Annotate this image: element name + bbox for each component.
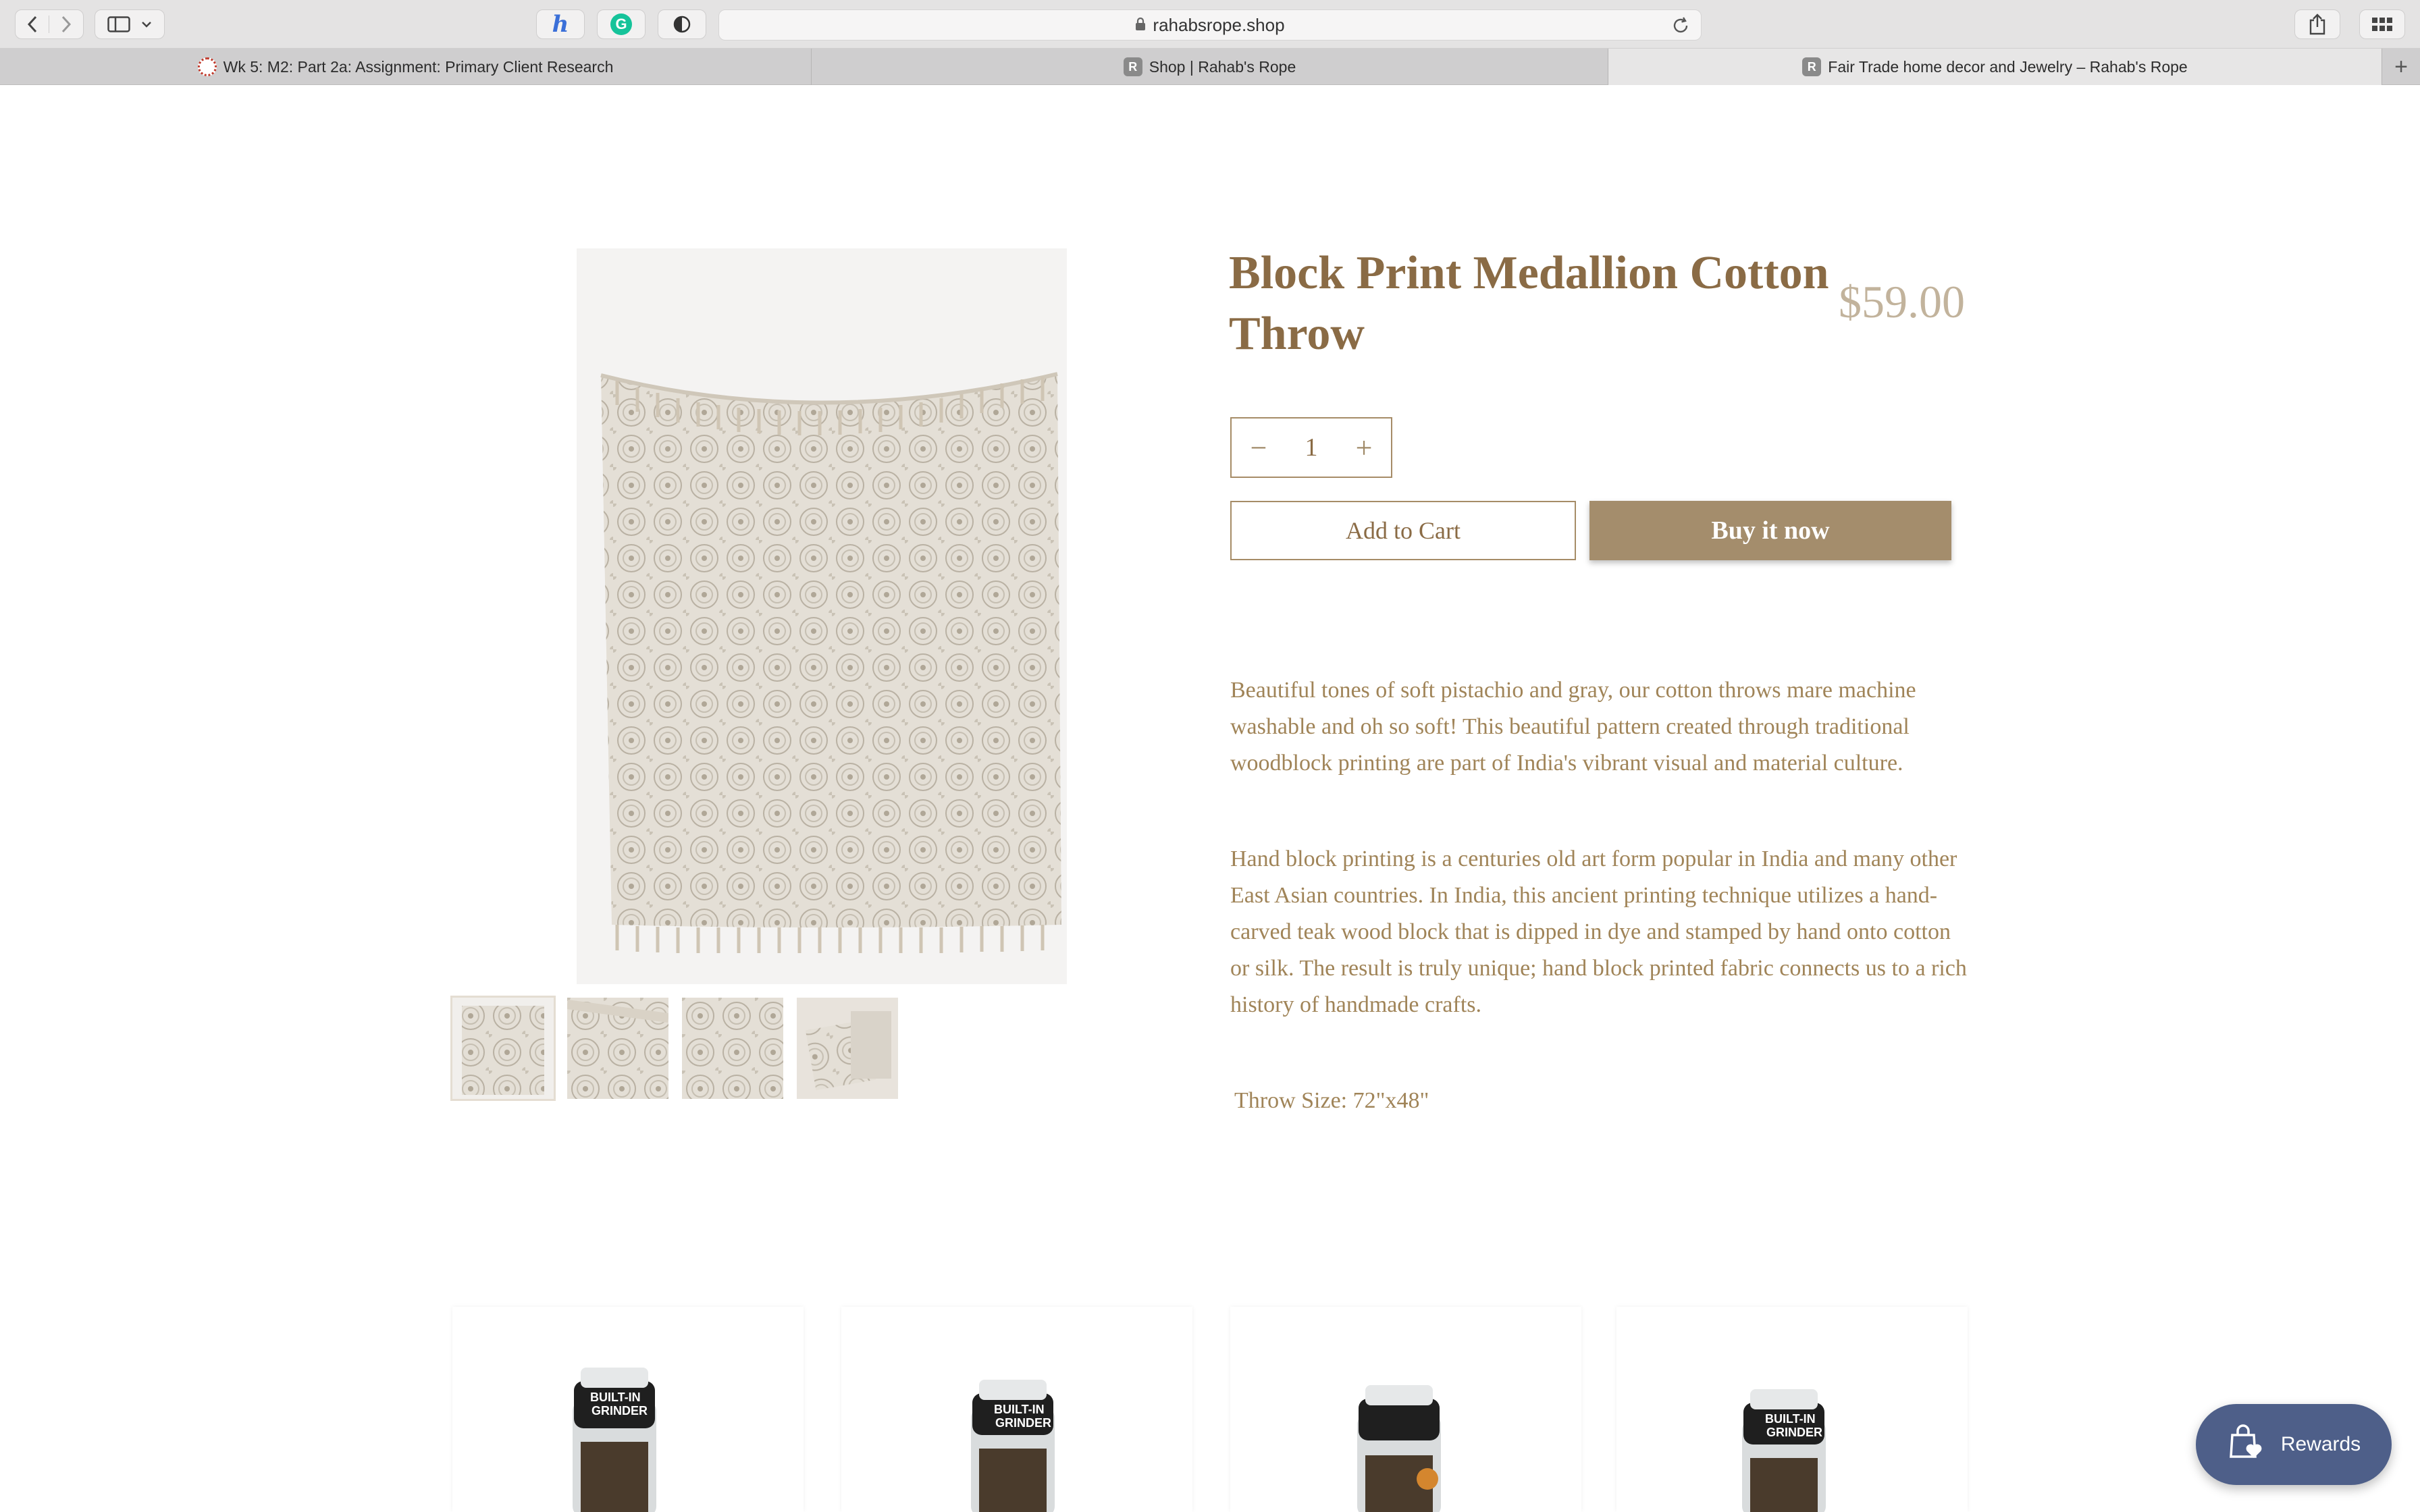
product-price: $59.00 [1839, 276, 1965, 327]
product-title: Block Print Medallion Cotton Throw [1229, 247, 1829, 360]
quantity-value[interactable]: 1 [1271, 433, 1352, 462]
thumbnail-throw-pattern[interactable] [682, 998, 783, 1099]
spice-grinder-image [1742, 1389, 1826, 1512]
thumbnail-image [567, 998, 668, 1099]
back-icon[interactable] [16, 16, 49, 33]
site-favicon-icon: R [1802, 57, 1822, 76]
spice-grinder-image [1357, 1385, 1441, 1512]
site-favicon-icon: R [1123, 57, 1142, 76]
shield-icon [673, 15, 691, 34]
tab-shop[interactable]: R Shop | Rahab's Rope [812, 49, 1608, 85]
rewards-launcher-button[interactable]: Rewards [2196, 1404, 2392, 1485]
product-description-paragraph: Hand block printing is a centuries old a… [1230, 846, 1967, 1017]
share-button[interactable] [2294, 9, 2340, 39]
thumbnail-image [682, 998, 783, 1099]
reload-icon[interactable] [1671, 16, 1690, 40]
tab-overview-button[interactable] [2359, 9, 2405, 39]
chevron-down-icon [141, 21, 152, 28]
tab-label: Wk 5: M2: Part 2a: Assignment: Primary C… [223, 57, 614, 76]
lock-icon [1135, 15, 1146, 36]
grinder-label: GRINDER [1766, 1426, 1823, 1439]
related-product-card[interactable]: BUILT-IN GRINDER [452, 1307, 804, 1512]
product-main-image[interactable] [577, 248, 1067, 984]
sidebar-icon [107, 16, 130, 32]
related-product-card[interactable]: BUILT-IN GRINDER [841, 1307, 1192, 1512]
tab-bar: Wk 5: M2: Part 2a: Assignment: Primary C… [0, 49, 2420, 85]
grinder-label: BUILT-IN [590, 1390, 641, 1404]
tab-label: Fair Trade home decor and Jewelry – Raha… [1828, 57, 2188, 76]
add-to-cart-button[interactable]: Add to Cart [1230, 501, 1576, 560]
decrease-quantity-button[interactable]: − [1246, 431, 1271, 465]
shopping-bag-heart-icon [2227, 1423, 2281, 1466]
browser-toolbar: h G rahabsrope.shop [0, 0, 2420, 49]
rewards-label: Rewards [2280, 1433, 2361, 1455]
buy-it-now-button[interactable]: Buy it now [1589, 501, 1951, 560]
sidebar-toggle[interactable] [95, 9, 165, 39]
grid-icon [2371, 17, 2393, 32]
thumbnail-image [452, 998, 554, 1099]
tab-canvas-assignment[interactable]: Wk 5: M2: Part 2a: Assignment: Primary C… [0, 49, 812, 85]
product-description-paragraph: Beautiful tones of soft pistachio and gr… [1230, 678, 1916, 776]
grammarly-icon: G [610, 14, 632, 35]
tab-label: Shop | Rahab's Rope [1149, 57, 1296, 76]
nav-buttons [15, 9, 84, 39]
new-tab-button[interactable]: + [2382, 49, 2420, 85]
grinder-label: GRINDER [591, 1404, 648, 1418]
increase-quantity-button[interactable]: + [1352, 431, 1376, 465]
quantity-stepper: − 1 + [1230, 417, 1392, 478]
product-size: Throw Size: 72"x48" [1234, 1088, 1429, 1113]
grammarly-extension-button[interactable]: G [597, 9, 646, 39]
address-bar[interactable]: rahabsrope.shop [718, 9, 1702, 40]
throw-blanket-image [577, 248, 1067, 984]
thumbnail-throw-full[interactable] [450, 996, 556, 1101]
grinder-label: BUILT-IN [994, 1403, 1045, 1416]
honey-icon: h [552, 11, 569, 38]
url-text: rahabsrope.shop [1153, 14, 1285, 35]
honey-extension-button[interactable]: h [536, 9, 585, 39]
thumbnail-throw-fringe[interactable] [567, 998, 668, 1099]
grinder-label: BUILT-IN [1765, 1412, 1816, 1426]
thumbnail-throw-pillow[interactable] [797, 998, 898, 1099]
share-icon [2309, 14, 2326, 35]
related-product-card[interactable]: BUILT-IN GRINDER [1616, 1307, 1968, 1512]
thumbnail-image [797, 998, 898, 1099]
tab-home-active[interactable]: R Fair Trade home decor and Jewelry – Ra… [1608, 49, 2382, 85]
forward-icon[interactable] [49, 16, 83, 33]
grinder-label: GRINDER [995, 1416, 1052, 1430]
canvas-logo-icon [197, 57, 217, 76]
related-product-card[interactable] [1230, 1307, 1581, 1512]
privacy-extension-button[interactable] [658, 9, 706, 39]
